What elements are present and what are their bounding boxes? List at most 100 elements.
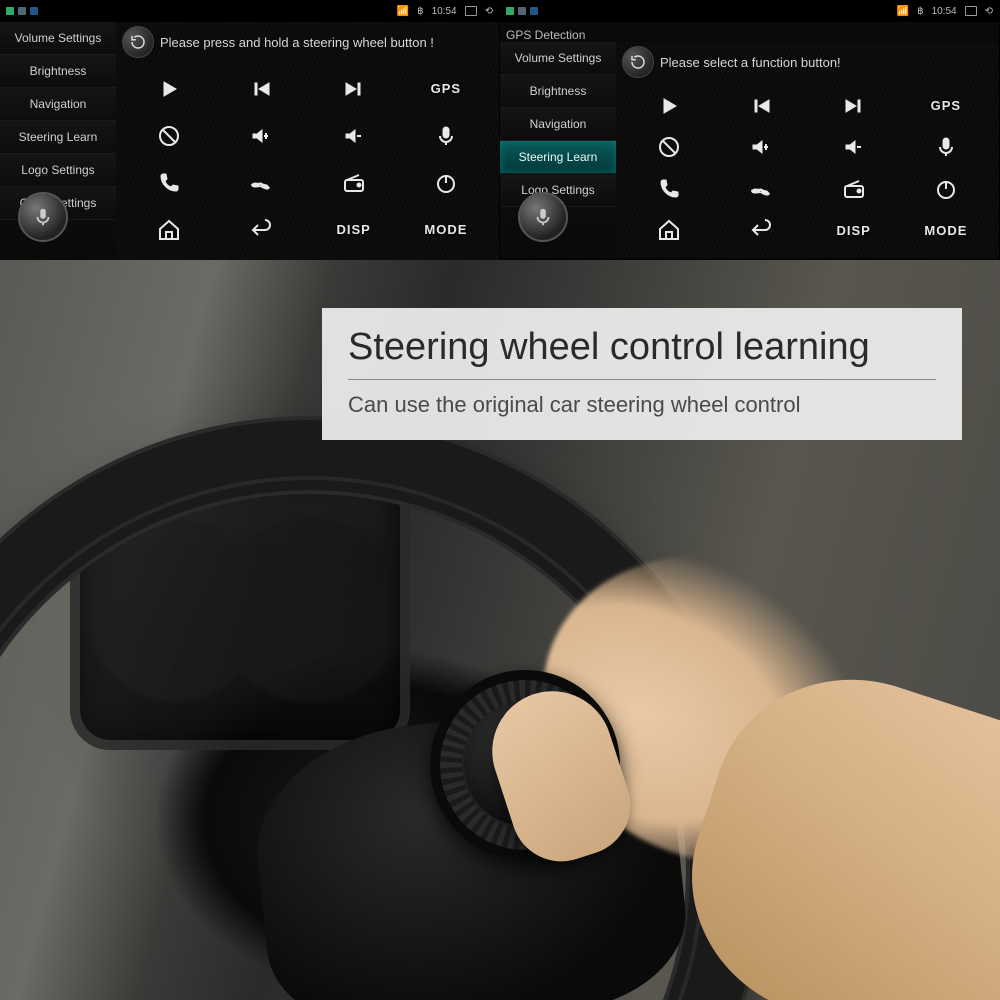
home-icon (157, 218, 181, 242)
fn-prev[interactable] (218, 68, 304, 109)
status-chip-icon (518, 7, 526, 15)
fn-home[interactable] (626, 213, 712, 249)
sidebar-item-navigation[interactable]: Navigation (0, 88, 116, 121)
fn-call[interactable] (626, 171, 712, 207)
fn-gps[interactable]: GPS (903, 88, 989, 124)
back-icon[interactable]: ⟲ (485, 6, 493, 17)
sidebar-item-label: Navigation (530, 117, 587, 131)
back-arrow-icon (749, 218, 773, 242)
fn-next[interactable] (311, 68, 397, 109)
sidebar-item-steering-learn[interactable]: Steering Learn (500, 141, 616, 174)
refresh-icon (629, 53, 647, 71)
fn-hangup[interactable] (718, 171, 804, 207)
volume-down-icon (842, 135, 866, 159)
phone-icon (657, 177, 681, 201)
fn-call[interactable] (126, 162, 212, 203)
fn-vol-up[interactable] (218, 115, 304, 156)
steering-learn-panel: Please press and hold a steering wheel b… (116, 22, 499, 260)
refresh-button[interactable] (622, 46, 654, 78)
prev-track-icon (249, 77, 273, 101)
function-grid: GPS DISP MODE (616, 82, 999, 258)
disp-label: DISP (336, 222, 370, 237)
fn-radio[interactable] (311, 162, 397, 203)
instruction-text: Please press and hold a steering wheel b… (160, 35, 434, 50)
status-right: 📶 ฿ 10:54 ⟲ (897, 6, 993, 17)
caption-subtitle: Can use the original car steering wheel … (348, 392, 936, 418)
fn-home[interactable] (126, 209, 212, 250)
status-chip-icon (530, 7, 538, 15)
instruction-text: Please select a function button! (660, 55, 841, 70)
radio-icon (842, 177, 866, 201)
fn-play[interactable] (126, 68, 212, 109)
back-icon[interactable]: ⟲ (985, 6, 993, 17)
screenshots-row: 📶 ฿ 10:54 ⟲ Volume Settings Brightness N… (0, 0, 1000, 260)
caption-title: Steering wheel control learning (348, 326, 936, 369)
mic-icon (532, 206, 554, 228)
status-left (6, 7, 38, 15)
fn-radio[interactable] (811, 171, 897, 207)
sidebar-item-brightness[interactable]: Brightness (500, 75, 616, 108)
fn-mode[interactable]: MODE (403, 209, 489, 250)
fn-vol-down[interactable] (811, 130, 897, 166)
sidebar-item-label: Steering Learn (519, 150, 598, 164)
fn-mute[interactable] (626, 130, 712, 166)
fn-mic[interactable] (403, 115, 489, 156)
fn-hangup[interactable] (218, 162, 304, 203)
floating-mic-button[interactable] (18, 192, 68, 242)
fn-prev[interactable] (718, 88, 804, 124)
phone-icon (157, 171, 181, 195)
prev-track-icon (749, 94, 773, 118)
fn-next[interactable] (811, 88, 897, 124)
clock: 10:54 (432, 6, 457, 17)
fn-gps[interactable]: GPS (403, 68, 489, 109)
fn-mode[interactable]: MODE (903, 213, 989, 249)
bluetooth-icon: 📶 (897, 6, 909, 17)
fn-power[interactable] (403, 162, 489, 203)
sidebar-item-volume[interactable]: Volume Settings (0, 22, 116, 55)
marketing-photo: Steering wheel control learning Can use … (0, 260, 1000, 1000)
fn-disp[interactable]: DISP (311, 209, 397, 250)
status-bar: 📶 ฿ 10:54 ⟲ (0, 0, 499, 22)
play-icon (657, 94, 681, 118)
fn-play[interactable] (626, 88, 712, 124)
mode-label: MODE (924, 223, 967, 238)
hangup-icon (749, 177, 773, 201)
fn-mic[interactable] (903, 130, 989, 166)
recent-apps-icon[interactable] (465, 6, 477, 16)
fn-back[interactable] (718, 213, 804, 249)
status-chip-icon (6, 7, 14, 15)
sidebar-item-brightness[interactable]: Brightness (0, 55, 116, 88)
gps-label: GPS (431, 81, 461, 96)
mic-icon (32, 206, 54, 228)
refresh-icon (129, 33, 147, 51)
mode-label: MODE (424, 222, 467, 237)
fn-disp[interactable]: DISP (811, 213, 897, 249)
back-arrow-icon (249, 218, 273, 242)
recent-apps-icon[interactable] (965, 6, 977, 16)
sidebar-item-steering-learn[interactable]: Steering Learn (0, 121, 116, 154)
status-chip-icon (30, 7, 38, 15)
caption-overlay: Steering wheel control learning Can use … (322, 308, 962, 440)
function-grid: GPS DISP MODE (116, 62, 499, 260)
fn-vol-down[interactable] (311, 115, 397, 156)
gps-label: GPS (931, 98, 961, 113)
sidebar-item-logo[interactable]: Logo Settings (0, 154, 116, 187)
fn-power[interactable] (903, 171, 989, 207)
floating-mic-button[interactable] (518, 192, 568, 242)
fn-back[interactable] (218, 209, 304, 250)
fn-vol-up[interactable] (718, 130, 804, 166)
bt-icon: ฿ (917, 6, 923, 17)
next-track-icon (342, 77, 366, 101)
bt-icon: ฿ (417, 6, 423, 17)
sidebar-item-label: Volume Settings (515, 51, 602, 65)
mic-icon (934, 135, 958, 159)
fn-mute[interactable] (126, 115, 212, 156)
sidebar-item-label: Brightness (30, 64, 87, 78)
sidebar-item-navigation[interactable]: Navigation (500, 108, 616, 141)
divider (348, 379, 936, 380)
sidebar-item-volume[interactable]: Volume Settings (500, 42, 616, 75)
refresh-button[interactable] (122, 26, 154, 58)
next-track-icon (842, 94, 866, 118)
mute-icon (157, 124, 181, 148)
disp-label: DISP (836, 223, 870, 238)
